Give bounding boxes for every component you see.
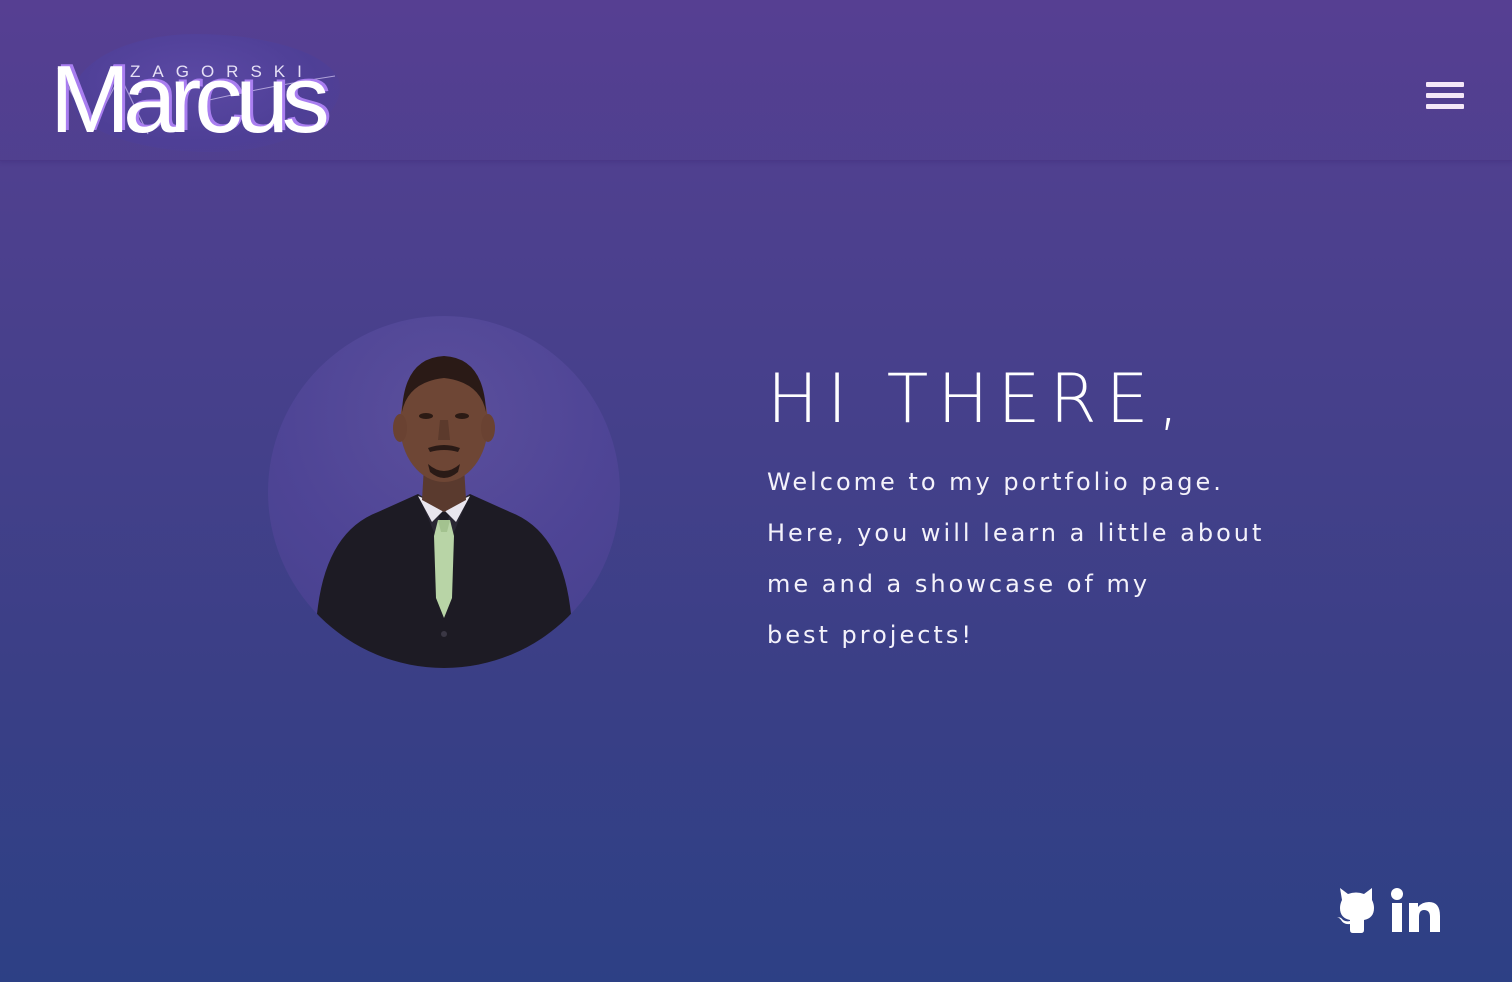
site-header: ZAGORSKI Marcus (0, 0, 1512, 161)
hero-intro: Welcome to my portfolio page. Here, you … (767, 464, 1327, 668)
site-logo[interactable]: ZAGORSKI Marcus (50, 30, 340, 155)
linkedin-icon (1391, 888, 1440, 932)
intro-line: Here, you will learn a little about (767, 519, 1265, 547)
logo-title: Marcus (50, 46, 330, 153)
intro-line: Welcome to my portfolio page. (767, 468, 1224, 496)
intro-line: best projects! (767, 621, 974, 649)
social-links (1334, 884, 1454, 940)
github-icon (1337, 888, 1374, 933)
hero-greeting: HI THERE, (767, 360, 1189, 439)
linkedin-link[interactable] (1390, 886, 1446, 936)
github-link[interactable] (1334, 884, 1378, 936)
profile-photo (268, 316, 620, 668)
menu-button[interactable] (1422, 80, 1466, 114)
intro-line: me and a showcase of my (767, 570, 1151, 598)
